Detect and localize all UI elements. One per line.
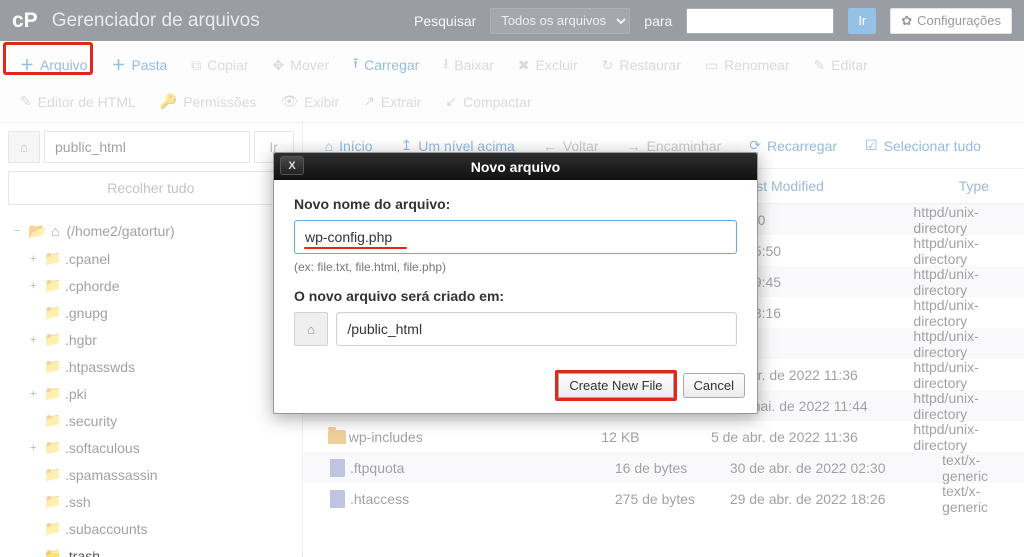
extract-icon: ↗: [363, 93, 375, 110]
tree-node[interactable]: +📁.pki: [0, 380, 302, 407]
tree-node[interactable]: 📁.security: [0, 407, 302, 434]
close-icon: X: [288, 160, 295, 172]
search-scope-select[interactable]: Todos os arquivos: [490, 8, 630, 34]
search-input[interactable]: [686, 8, 834, 34]
file-icon: [330, 459, 345, 477]
rename-button[interactable]: ▭Renomear: [693, 46, 802, 84]
rename-icon: ▭: [705, 57, 718, 74]
col-modified[interactable]: Last Modified: [741, 178, 959, 194]
filename-label: Novo nome do arquivo:: [294, 196, 737, 212]
check-icon: ☑: [865, 137, 878, 154]
tree-node[interactable]: 📁.htpasswds: [0, 353, 302, 380]
folder-tree: −📂⌂(/home2/gatortur)+📁.cpanel+📁.cphorde📁…: [0, 213, 302, 557]
permissions-button[interactable]: 🔑Permissões: [148, 86, 269, 117]
compress-button[interactable]: ↙Compactar: [433, 86, 543, 117]
delete-button[interactable]: ✖Excluir: [506, 46, 590, 84]
table-row[interactable]: wp-includes12 KB5 de abr. de 2022 11:36h…: [303, 421, 1024, 452]
delete-icon: ✖: [518, 57, 530, 74]
gear-icon: ✿: [901, 13, 912, 29]
nav-selectall-button[interactable]: ☑Selecionar tudo: [851, 137, 995, 154]
move-button[interactable]: ✥Mover: [261, 46, 342, 84]
file-icon: [330, 490, 345, 508]
create-file-button[interactable]: Create New File: [558, 373, 673, 398]
location-label: O novo arquivo será criado em:: [294, 288, 737, 304]
edit-button[interactable]: ✎Editar: [801, 46, 879, 84]
restore-button[interactable]: ↻Restaurar: [590, 46, 693, 84]
search-label: Pesquisar: [414, 13, 476, 29]
sidebar: ⌂ Ir Recolher tudo −📂⌂(/home2/gatortur)+…: [0, 123, 303, 557]
col-type[interactable]: Type: [959, 178, 989, 194]
eye-icon: 👁: [280, 93, 298, 110]
highlight-box: Create New File: [555, 370, 676, 401]
collapse-all-button[interactable]: Recolher tudo: [8, 171, 294, 205]
new-file-dialog: X Novo arquivo Novo nome do arquivo: (ex…: [273, 152, 758, 414]
filename-input[interactable]: [294, 220, 737, 254]
app-title: Gerenciador de arquivos: [52, 10, 260, 32]
download-button[interactable]: ⭳Baixar: [431, 46, 506, 84]
plus-icon: ＋: [111, 55, 125, 75]
cpanel-logo-icon: cP: [12, 9, 38, 33]
table-row[interactable]: .htaccess275 de bytes29 de abr. de 2022 …: [303, 483, 1024, 514]
dialog-close-button[interactable]: X: [280, 156, 304, 175]
location-input[interactable]: [336, 312, 737, 346]
app-header: cP Gerenciador de arquivos Pesquisar Tod…: [0, 0, 1024, 41]
folder-icon: [328, 430, 346, 444]
main-toolbar: ＋Arquivo ＋Pasta ⧉Copiar ✥Mover ⭱Carregar…: [0, 41, 1024, 123]
upload-icon: ⭱: [353, 53, 358, 77]
search-for-label: para: [644, 13, 672, 29]
filename-hint: (ex: file.txt, file.html, file.php): [294, 260, 737, 274]
tree-root[interactable]: −📂⌂(/home2/gatortur): [0, 217, 302, 245]
home-button[interactable]: ⌂: [8, 131, 40, 163]
tree-node[interactable]: +📁.cpanel: [0, 245, 302, 272]
tree-node[interactable]: 📁.gnupg: [0, 299, 302, 326]
home-icon: ⌂: [307, 322, 315, 337]
location-home-button[interactable]: ⌂: [294, 312, 328, 346]
tree-node[interactable]: +📁.cphorde: [0, 272, 302, 299]
restore-icon: ↻: [602, 57, 614, 74]
upload-button[interactable]: ⭱Carregar: [341, 46, 431, 84]
tree-node[interactable]: 📁.spamassassin: [0, 461, 302, 488]
html-icon: ✎: [20, 93, 32, 110]
compress-icon: ↙: [445, 93, 457, 110]
dialog-title: Novo arquivo: [274, 159, 757, 175]
download-icon: ⭳: [443, 53, 448, 77]
tree-node[interactable]: +📁.hgbr: [0, 326, 302, 353]
table-row[interactable]: .ftpquota16 de bytes30 de abr. de 2022 0…: [303, 452, 1024, 483]
path-input[interactable]: [44, 131, 250, 163]
new-folder-button[interactable]: ＋Pasta: [99, 46, 179, 84]
tree-node[interactable]: 📁.trash: [0, 542, 302, 557]
cancel-button[interactable]: Cancel: [683, 373, 745, 398]
edit-icon: ✎: [813, 57, 825, 74]
settings-button[interactable]: ✿Configurações: [890, 8, 1012, 34]
tree-node[interactable]: 📁.subaccounts: [0, 515, 302, 542]
move-icon: ✥: [273, 57, 285, 74]
highlight-box: [3, 42, 93, 75]
search-go-button[interactable]: Ir: [848, 8, 876, 34]
key-icon: 🔑: [160, 93, 177, 110]
copy-button[interactable]: ⧉Copiar: [179, 46, 260, 84]
html-editor-button[interactable]: ✎Editor de HTML: [8, 86, 148, 117]
copy-icon: ⧉: [191, 57, 201, 74]
view-button[interactable]: 👁Exibir: [268, 86, 351, 117]
extract-button[interactable]: ↗Extrair: [351, 86, 433, 117]
tree-node[interactable]: +📁.softaculous: [0, 434, 302, 461]
tree-node[interactable]: 📁.ssh: [0, 488, 302, 515]
home-icon: ⌂: [20, 140, 28, 155]
dialog-header[interactable]: X Novo arquivo: [274, 153, 757, 180]
